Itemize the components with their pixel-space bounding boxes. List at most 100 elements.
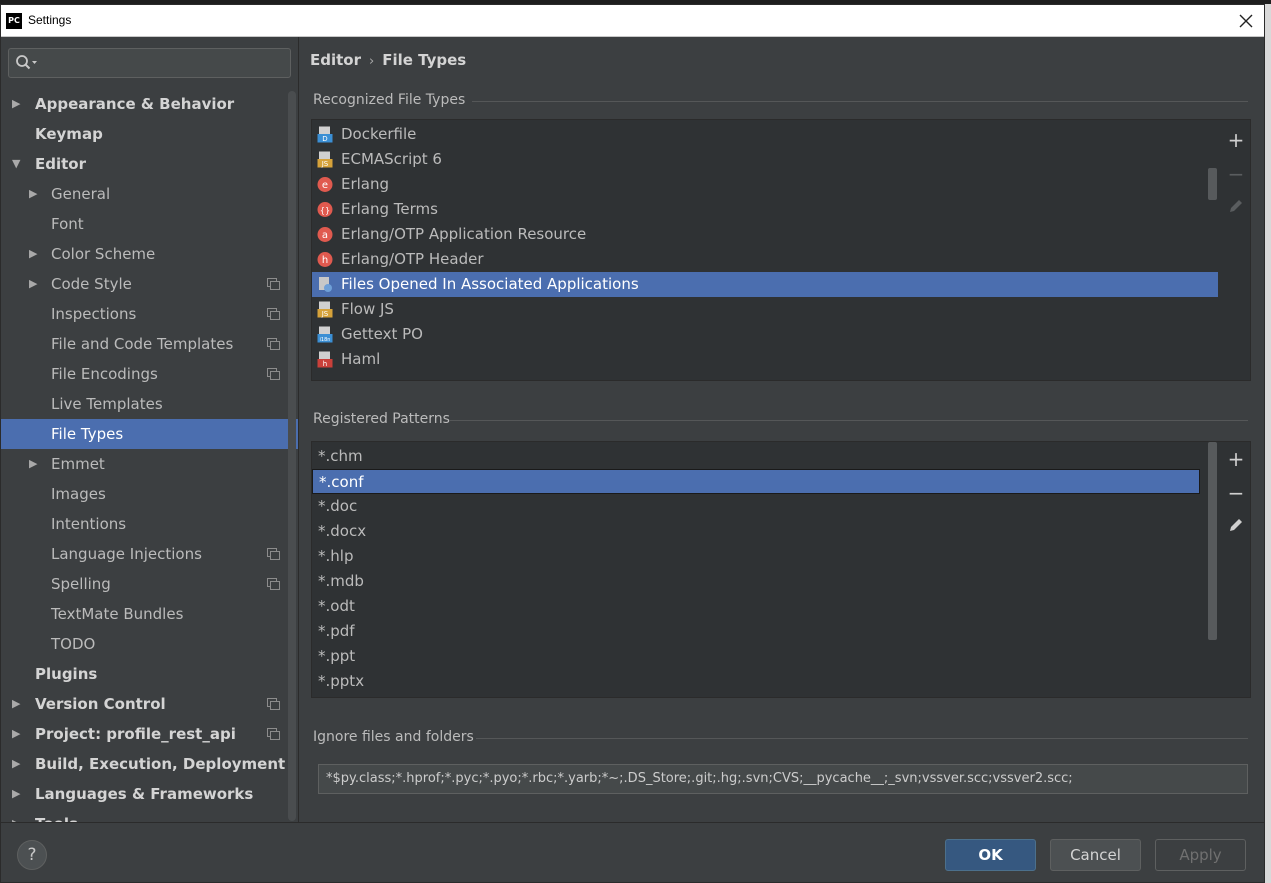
pattern-row[interactable]: *.pptx bbox=[312, 669, 1200, 694]
search-icon bbox=[16, 55, 37, 70]
svg-text:h: h bbox=[322, 255, 328, 266]
patterns-list-scrollbar[interactable] bbox=[1208, 442, 1217, 640]
gettext-icon: i18n bbox=[317, 326, 333, 343]
file-type-label: Gettext PO bbox=[341, 325, 423, 343]
collapsed-arrow-icon[interactable]: ▶ bbox=[12, 809, 26, 822]
close-button[interactable] bbox=[1234, 9, 1258, 33]
sidebar-item-spelling[interactable]: Spelling bbox=[1, 569, 298, 599]
sidebar-item-file-types[interactable]: File Types bbox=[1, 419, 298, 449]
file-type-row[interactable]: JS Flow JS bbox=[312, 297, 1218, 322]
pattern-row[interactable]: *.doc bbox=[312, 494, 1200, 519]
collapsed-arrow-icon[interactable]: ▶ bbox=[12, 89, 26, 119]
ignore-files-title: Ignore files and folders bbox=[313, 729, 474, 745]
pattern-row[interactable]: *.docx bbox=[312, 519, 1200, 544]
sidebar-item-version-control[interactable]: ▶ Version Control bbox=[1, 689, 298, 719]
ignore-files-input[interactable]: *$py.class;*.hprof;*.pyc;*.pyo;*.rbc;*.y… bbox=[318, 764, 1248, 794]
search-box[interactable] bbox=[8, 48, 291, 78]
sidebar-item-project-profile-rest-api[interactable]: ▶ Project: profile_rest_api bbox=[1, 719, 298, 749]
file-type-row[interactable]: i18n Gettext PO bbox=[312, 322, 1218, 347]
add-pattern-button[interactable]: + bbox=[1225, 448, 1247, 470]
file-type-row[interactable]: D Dockerfile bbox=[312, 122, 1218, 147]
collapsed-arrow-icon[interactable]: ▶ bbox=[12, 689, 26, 719]
sidebar-item-label: Build, Execution, Deployment bbox=[35, 755, 286, 773]
sidebar-item-label: File Types bbox=[51, 425, 124, 443]
pycharm-app-icon: PC bbox=[6, 13, 22, 29]
recognized-file-types-list[interactable]: D Dockerfile JS ECMAScript 6 e Erlang {} Erlang… bbox=[311, 119, 1251, 381]
file-type-row[interactable]: JS ECMAScript 6 bbox=[312, 147, 1218, 172]
title-bar: PC Settings bbox=[1, 5, 1264, 37]
sidebar-item-editor[interactable]: ▼ Editor bbox=[1, 149, 298, 179]
registered-patterns-list[interactable]: *.chm *.conf *.doc *.docx *.hlp *.mdb *.odt *.p… bbox=[311, 441, 1251, 698]
sidebar-item-label: TextMate Bundles bbox=[51, 605, 184, 623]
file-type-label: Dockerfile bbox=[341, 125, 417, 143]
sidebar-item-live-templates[interactable]: Live Templates bbox=[1, 389, 298, 419]
sidebar-item-images[interactable]: Images bbox=[1, 479, 298, 509]
sidebar-item-plugins[interactable]: Plugins bbox=[1, 659, 298, 689]
edit-pattern-button[interactable] bbox=[1225, 516, 1247, 538]
sidebar-item-color-scheme[interactable]: ▶ Color Scheme bbox=[1, 239, 298, 269]
sidebar-item-build-execution-deployment[interactable]: ▶ Build, Execution, Deployment bbox=[1, 749, 298, 779]
pattern-row[interactable]: *.chm bbox=[312, 444, 1200, 469]
expanded-arrow-icon[interactable]: ▼ bbox=[12, 149, 26, 179]
pattern-row[interactable]: *.mdb bbox=[312, 569, 1200, 594]
collapsed-arrow-icon[interactable]: ▶ bbox=[29, 269, 43, 299]
sidebar-item-inspections[interactable]: Inspections bbox=[1, 299, 298, 329]
pattern-row[interactable]: *.odt bbox=[312, 594, 1200, 619]
sidebar-item-label: Intentions bbox=[51, 515, 127, 533]
sidebar-item-label: Font bbox=[51, 215, 84, 233]
file-type-row[interactable]: a Erlang/OTP Application Resource bbox=[312, 222, 1218, 247]
svg-text:e: e bbox=[322, 180, 328, 191]
dockerfile-icon: D bbox=[317, 126, 333, 143]
sidebar-item-file-and-code-templates[interactable]: File and Code Templates bbox=[1, 329, 298, 359]
file-type-row[interactable]: h Haml bbox=[312, 347, 1218, 372]
breadcrumb-parent[interactable]: Editor bbox=[310, 51, 361, 69]
sidebar-item-tools[interactable]: ▶ Tools bbox=[1, 809, 298, 822]
project-level-icon bbox=[267, 728, 280, 740]
pattern-row[interactable]: *.ppt bbox=[312, 644, 1200, 669]
pattern-label: *.mdb bbox=[318, 572, 364, 590]
sidebar-item-file-encodings[interactable]: File Encodings bbox=[1, 359, 298, 389]
pattern-row[interactable]: *.hlp bbox=[312, 544, 1200, 569]
file-type-label: Haml bbox=[341, 350, 381, 368]
search-input[interactable] bbox=[39, 52, 284, 74]
help-button[interactable]: ? bbox=[17, 840, 47, 870]
collapsed-arrow-icon[interactable]: ▶ bbox=[29, 179, 43, 209]
ok-button[interactable]: OK bbox=[945, 839, 1036, 871]
breadcrumb-current: File Types bbox=[382, 51, 467, 69]
file-type-row[interactable]: h Erlang/OTP Header bbox=[312, 247, 1218, 272]
apply-button[interactable]: Apply bbox=[1155, 839, 1246, 871]
sidebar-item-languages-frameworks[interactable]: ▶ Languages & Frameworks bbox=[1, 779, 298, 809]
sidebar-item-general[interactable]: ▶ General bbox=[1, 179, 298, 209]
sidebar-item-language-injections[interactable]: Language Injections bbox=[1, 539, 298, 569]
edit-file-type-button[interactable] bbox=[1225, 197, 1247, 219]
sidebar-item-label: Appearance & Behavior bbox=[35, 95, 235, 113]
add-file-type-button[interactable]: + bbox=[1225, 129, 1247, 151]
sidebar-scrollbar[interactable] bbox=[288, 91, 296, 821]
sidebar-item-appearance-behavior[interactable]: ▶ Appearance & Behavior bbox=[1, 89, 298, 119]
collapsed-arrow-icon[interactable]: ▶ bbox=[12, 779, 26, 809]
file-type-row[interactable]: Files Opened In Associated Applications bbox=[312, 272, 1218, 297]
sidebar-item-intentions[interactable]: Intentions bbox=[1, 509, 298, 539]
pattern-row[interactable]: *.pdf bbox=[312, 619, 1200, 644]
sidebar-item-todo[interactable]: TODO bbox=[1, 629, 298, 659]
sidebar-item-font[interactable]: Font bbox=[1, 209, 298, 239]
file-type-label: Erlang/OTP Header bbox=[341, 250, 484, 268]
cancel-button[interactable]: Cancel bbox=[1050, 839, 1141, 871]
remove-pattern-button[interactable]: − bbox=[1225, 482, 1247, 504]
remove-file-type-button[interactable]: − bbox=[1225, 163, 1247, 185]
pattern-label: *.pptx bbox=[318, 672, 365, 690]
collapsed-arrow-icon[interactable]: ▶ bbox=[12, 749, 26, 779]
collapsed-arrow-icon[interactable]: ▶ bbox=[29, 449, 43, 479]
collapsed-arrow-icon[interactable]: ▶ bbox=[12, 719, 26, 749]
sidebar-item-emmet[interactable]: ▶ Emmet bbox=[1, 449, 298, 479]
associated-apps-icon bbox=[319, 277, 332, 292]
file-type-row[interactable]: {} Erlang Terms bbox=[312, 197, 1218, 222]
sidebar-item-code-style[interactable]: ▶ Code Style bbox=[1, 269, 298, 299]
sidebar-item-textmate-bundles[interactable]: TextMate Bundles bbox=[1, 599, 298, 629]
file-type-label: Erlang/OTP Application Resource bbox=[341, 225, 587, 243]
settings-dialog: PC Settings ▶ Appearance & Behavior Keymap… bbox=[0, 4, 1265, 883]
pattern-row[interactable]: *.conf bbox=[312, 469, 1200, 494]
sidebar-item-keymap[interactable]: Keymap bbox=[1, 119, 298, 149]
collapsed-arrow-icon[interactable]: ▶ bbox=[29, 239, 43, 269]
file-type-row[interactable]: e Erlang bbox=[312, 172, 1218, 197]
